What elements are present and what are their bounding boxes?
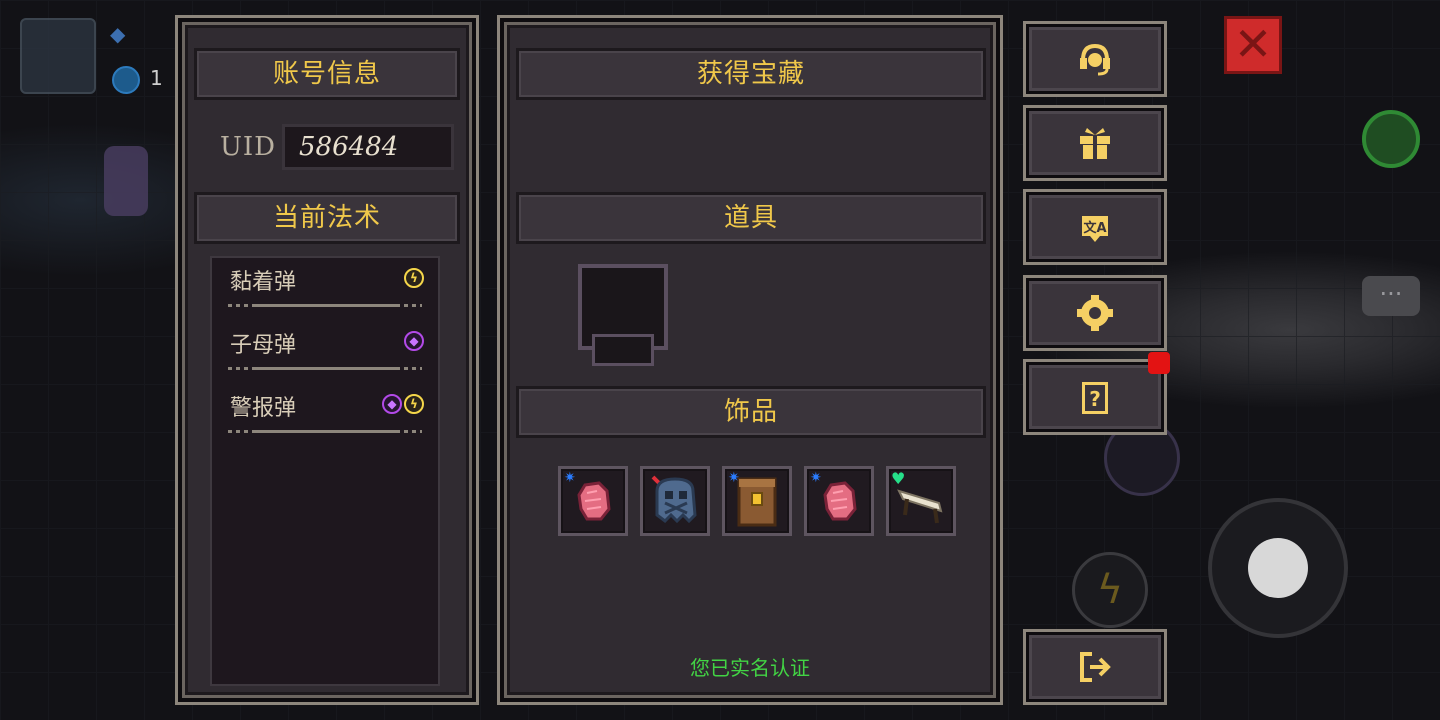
exit-icon	[1074, 646, 1116, 688]
headset-icon	[1074, 38, 1116, 80]
item-slot-tab	[592, 334, 654, 366]
svg-text:文A: 文A	[1083, 220, 1106, 236]
skill-button-background: ϟ	[1072, 552, 1148, 628]
accessory-slot[interactable]: ♥	[886, 466, 956, 536]
treasure-panel: 获得宝藏 道具 饰品 ✷ ✷ ✷ ♥ 您已实名认证	[500, 18, 1000, 702]
spell-name: 警报弹	[230, 396, 297, 421]
gift-button[interactable]	[1026, 108, 1164, 178]
accessory-slot[interactable]: ✷	[722, 466, 792, 536]
treasure-title: 获得宝藏	[516, 48, 986, 100]
chat-bubble-icon: ···	[1362, 276, 1420, 316]
star-badge-icon: ✷	[728, 470, 740, 486]
account-panel: 账号信息 UID 586484 当前法术 黏着弹 ϟ 子母弹 ◆ 警报弹 ◆ ϟ	[178, 18, 476, 702]
accessory-slot[interactable]: ✷	[804, 466, 874, 536]
joystick-knob	[1248, 538, 1308, 598]
player-character	[104, 146, 148, 216]
list-item[interactable]: 黏着弹 ϟ	[212, 258, 438, 320]
uid-label: UID	[220, 132, 277, 162]
coin-icon	[112, 66, 140, 94]
translate-button[interactable]: 文A	[1026, 192, 1164, 262]
language-icon: 文A	[1074, 206, 1116, 248]
current-spells-title: 当前法术	[194, 192, 460, 244]
customer-service-button[interactable]	[1026, 24, 1164, 94]
help-book-icon: ?	[1074, 376, 1116, 418]
items-title: 道具	[516, 192, 986, 244]
spell-elements: ◆ ϟ	[382, 394, 424, 414]
svg-text:?: ?	[1089, 387, 1101, 411]
divider	[252, 430, 398, 433]
arcane-icon: ◆	[404, 331, 424, 351]
accessory-slot[interactable]	[640, 466, 710, 536]
divider	[252, 367, 398, 370]
lightning-icon: ϟ	[404, 394, 424, 414]
minimap	[20, 18, 96, 94]
ghost-skull-icon	[651, 475, 697, 524]
list-item[interactable]: 警报弹 ◆ ϟ	[212, 384, 438, 446]
heart-badge-icon: ♥	[891, 469, 906, 488]
list-item[interactable]: 子母弹 ◆	[212, 321, 438, 383]
star-badge-icon: ✷	[810, 470, 822, 486]
notification-badge	[1148, 352, 1170, 374]
accessory-row: ✷ ✷ ✷ ♥	[558, 466, 956, 536]
divider	[252, 304, 398, 307]
spell-elements: ◆	[404, 331, 424, 351]
gear-icon	[1074, 292, 1116, 334]
accessories-title: 饰品	[516, 386, 986, 438]
arcane-icon: ◆	[382, 394, 402, 414]
close-icon: ✕	[1224, 16, 1282, 74]
account-info-title: 账号信息	[194, 48, 460, 100]
spell-name: 子母弹	[230, 333, 297, 358]
gift-icon	[1074, 122, 1116, 164]
accessory-slot[interactable]: ✷	[558, 466, 628, 536]
green-portal-icon	[1362, 110, 1420, 168]
help-button[interactable]: ?	[1026, 362, 1164, 432]
exit-button[interactable]	[1026, 632, 1164, 702]
uid-value[interactable]: 586484	[282, 124, 454, 170]
coin-count: 1	[150, 66, 163, 90]
spell-name: 黏着弹	[230, 270, 297, 295]
spell-list: 黏着弹 ϟ 子母弹 ◆ 警报弹 ◆ ϟ	[210, 256, 440, 686]
gem-icon: ◆	[110, 22, 126, 46]
lightning-icon: ϟ	[404, 268, 424, 288]
spell-elements: ϟ	[404, 268, 424, 288]
settings-button[interactable]	[1026, 278, 1164, 348]
real-name-verified-text: 您已实名认证	[690, 656, 810, 680]
star-badge-icon: ✷	[564, 470, 576, 486]
